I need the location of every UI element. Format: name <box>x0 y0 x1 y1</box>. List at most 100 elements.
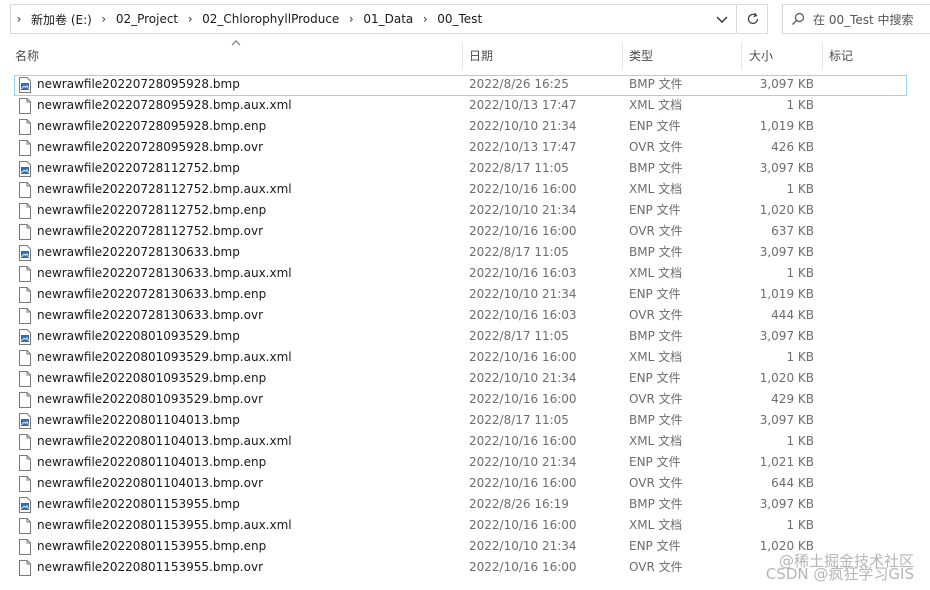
file-size: 1 KB <box>786 266 814 280</box>
file-type: BMP 文件 <box>629 161 683 175</box>
file-name: newrawfile20220801104013.bmp.enp <box>37 455 267 469</box>
file-name: newrawfile20220728130633.bmp <box>37 245 240 259</box>
file-size: 1,020 KB <box>759 371 814 385</box>
column-header-type[interactable]: 类型 <box>629 38 653 72</box>
file-date: 2022/10/16 16:03 <box>469 308 577 322</box>
breadcrumb-chevron-icon[interactable]: › <box>96 12 112 26</box>
file-list: newrawfile20220728095928.bmp 2022/8/26 16… <box>0 74 930 578</box>
file-row[interactable]: newrawfile20220801093529.bmp.ovr 2022/10/… <box>0 389 930 410</box>
breadcrumb-chevron-icon[interactable]: › <box>417 12 433 26</box>
file-size: 1,019 KB <box>759 287 814 301</box>
file-name: newrawfile20220801153955.bmp.ovr <box>37 560 263 574</box>
file-type: ENP 文件 <box>629 539 681 553</box>
file-name: newrawfile20220801093529.bmp.aux.xml <box>37 350 292 364</box>
file-size: 1,019 KB <box>759 119 814 133</box>
file-size: 1 KB <box>786 98 814 112</box>
column-divider[interactable] <box>822 42 823 70</box>
file-row[interactable]: newrawfile20220801153955.bmp.ovr 2022/10/… <box>0 557 930 578</box>
file-size: 3,097 KB <box>759 329 814 343</box>
bitmap-file-icon <box>19 497 31 513</box>
file-row[interactable]: newrawfile20220728130633.bmp 2022/8/17 11… <box>0 242 930 263</box>
search-input[interactable]: 在 00_Test 中搜索 <box>782 4 930 34</box>
file-size: 1 KB <box>786 518 814 532</box>
file-type: OVR 文件 <box>629 224 683 238</box>
column-header-row: 名称 日期 类型 大小 标记 <box>0 38 930 72</box>
file-size: 3,097 KB <box>759 413 814 427</box>
document-file-icon <box>19 539 31 555</box>
breadcrumb-chevron-icon[interactable]: › <box>182 12 198 26</box>
file-name: newrawfile20220728112752.bmp.aux.xml <box>37 182 292 196</box>
file-date: 2022/10/10 21:34 <box>469 539 577 553</box>
breadcrumb-chlorophyll[interactable]: 02_ChlorophyllProduce <box>198 12 343 26</box>
file-date: 2022/8/26 16:25 <box>469 77 569 91</box>
file-size: 637 KB <box>771 224 814 238</box>
file-size: 444 KB <box>771 308 814 322</box>
file-date: 2022/10/16 16:00 <box>469 476 577 490</box>
file-row[interactable]: newrawfile20220801104013.bmp.ovr 2022/10/… <box>0 473 930 494</box>
address-bar[interactable]: › 新加卷 (E:) › 02_Project › 02_Chlorophyll… <box>10 4 737 34</box>
file-date: 2022/10/16 16:00 <box>469 182 577 196</box>
file-row[interactable]: newrawfile20220728112752.bmp.ovr 2022/10/… <box>0 221 930 242</box>
address-history-chevron-down-icon[interactable] <box>714 11 730 27</box>
file-type: XML 文档 <box>629 182 683 196</box>
file-row[interactable]: newrawfile20220801093529.bmp.aux.xml 2022… <box>0 347 930 368</box>
column-divider[interactable] <box>741 42 742 70</box>
file-row[interactable]: newrawfile20220801153955.bmp.aux.xml 2022… <box>0 515 930 536</box>
breadcrumb-data[interactable]: 01_Data <box>359 12 417 26</box>
file-row[interactable]: newrawfile20220728095928.bmp 2022/8/26 16… <box>0 74 930 96</box>
file-type: ENP 文件 <box>629 287 681 301</box>
breadcrumb-root-chevron-icon[interactable]: › <box>11 12 27 26</box>
column-divider[interactable] <box>622 42 623 70</box>
file-name: newrawfile20220728112752.bmp <box>37 161 240 175</box>
breadcrumb-test[interactable]: 00_Test <box>433 12 486 26</box>
file-row[interactable]: newrawfile20220801104013.bmp.enp 2022/10/… <box>0 452 930 473</box>
file-size: 3,097 KB <box>759 161 814 175</box>
file-row[interactable]: newrawfile20220728095928.bmp.aux.xml 2022… <box>0 95 930 116</box>
document-file-icon <box>19 476 31 492</box>
file-size: 1 KB <box>786 350 814 364</box>
file-size: 429 KB <box>771 392 814 406</box>
column-divider[interactable] <box>462 42 463 70</box>
breadcrumb-project[interactable]: 02_Project <box>112 12 182 26</box>
file-name: newrawfile20220728095928.bmp.enp <box>37 119 267 133</box>
file-name: newrawfile20220728130633.bmp.ovr <box>37 308 263 322</box>
column-header-size[interactable]: 大小 <box>749 38 773 72</box>
file-type: OVR 文件 <box>629 308 683 322</box>
file-row[interactable]: newrawfile20220801104013.bmp 2022/8/17 11… <box>0 410 930 431</box>
file-date: 2022/10/10 21:34 <box>469 371 577 385</box>
file-row[interactable]: newrawfile20220728112752.bmp 2022/8/17 11… <box>0 158 930 179</box>
file-row[interactable]: newrawfile20220728130633.bmp.aux.xml 2022… <box>0 263 930 284</box>
file-type: OVR 文件 <box>629 560 683 574</box>
file-type: ENP 文件 <box>629 119 681 133</box>
file-row[interactable]: newrawfile20220801104013.bmp.aux.xml 2022… <box>0 431 930 452</box>
refresh-icon <box>747 12 758 25</box>
breadcrumb-drive[interactable]: 新加卷 (E:) <box>27 11 96 28</box>
document-file-icon <box>19 308 31 324</box>
refresh-button[interactable] <box>738 4 768 34</box>
file-row[interactable]: newrawfile20220801153955.bmp 2022/8/26 16… <box>0 494 930 515</box>
file-name: newrawfile20220801093529.bmp.ovr <box>37 392 263 406</box>
file-date: 2022/10/10 21:34 <box>469 119 577 133</box>
file-row[interactable]: newrawfile20220801093529.bmp.enp 2022/10/… <box>0 368 930 389</box>
file-date: 2022/10/10 21:34 <box>469 287 577 301</box>
file-row[interactable]: newrawfile20220728130633.bmp.ovr 2022/10/… <box>0 305 930 326</box>
file-row[interactable]: newrawfile20220801153955.bmp.enp 2022/10/… <box>0 536 930 557</box>
file-type: XML 文档 <box>629 266 683 280</box>
column-header-tags[interactable]: 标记 <box>829 38 853 72</box>
file-row[interactable]: newrawfile20220728095928.bmp.ovr 2022/10/… <box>0 137 930 158</box>
file-date: 2022/10/16 16:00 <box>469 350 577 364</box>
file-type: XML 文档 <box>629 350 683 364</box>
file-row[interactable]: newrawfile20220728095928.bmp.enp 2022/10/… <box>0 116 930 137</box>
file-row[interactable]: newrawfile20220728130633.bmp.enp 2022/10/… <box>0 284 930 305</box>
file-row[interactable]: newrawfile20220728112752.bmp.enp 2022/10/… <box>0 200 930 221</box>
file-name: newrawfile20220801153955.bmp <box>37 497 240 511</box>
file-size: 3,097 KB <box>759 77 814 91</box>
file-row[interactable]: newrawfile20220728112752.bmp.aux.xml 2022… <box>0 179 930 200</box>
file-name: newrawfile20220728112752.bmp.enp <box>37 203 267 217</box>
file-row[interactable]: newrawfile20220801093529.bmp 2022/8/17 11… <box>0 326 930 347</box>
file-name: newrawfile20220801104013.bmp <box>37 413 240 427</box>
file-date: 2022/10/16 16:03 <box>469 266 577 280</box>
column-header-name[interactable]: 名称 <box>15 38 39 72</box>
breadcrumb-chevron-icon[interactable]: › <box>343 12 359 26</box>
column-header-date[interactable]: 日期 <box>469 38 493 72</box>
